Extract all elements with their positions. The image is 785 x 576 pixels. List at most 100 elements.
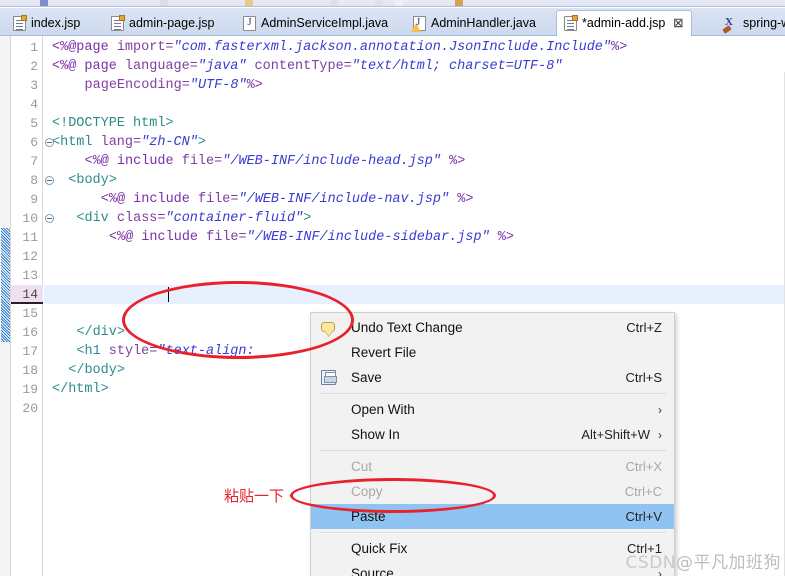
menu-item-label: Open With <box>351 402 415 417</box>
code-line: </body> <box>68 361 125 380</box>
toolbar-icon[interactable] <box>375 0 383 6</box>
menu-item-label: Quick Fix <box>351 541 408 556</box>
code-line: <html lang="zh-CN"> <box>52 133 206 152</box>
code-token: <%@ include <box>100 192 198 207</box>
annotation-ruler[interactable] <box>0 36 11 576</box>
line-number: 19 <box>22 382 38 397</box>
line-number: 8 <box>30 173 38 188</box>
toolbar-icon[interactable] <box>395 0 403 6</box>
code-line: <%@ include file="/WEB-INF/include-nav.j… <box>101 190 474 209</box>
annotation-ellipse-code-area <box>122 281 354 359</box>
jsp-file-icon <box>564 15 578 31</box>
code-line: <%@ include file="/WEB-INF/include-head.… <box>85 152 466 171</box>
editor-tab-bar: index.jsp admin-page.jsp AdminServiceImp… <box>0 8 785 37</box>
line-number: 6 <box>30 135 38 150</box>
code-token: <body> <box>68 173 117 188</box>
code-token: "zh-CN" <box>141 135 198 150</box>
tab-label: AdminHandler.java <box>431 15 536 30</box>
code-token: file= <box>181 154 223 169</box>
line-number: 15 <box>22 306 38 321</box>
tab-spring-w-xml[interactable]: X spring-w <box>718 10 785 36</box>
code-line: <!DOCTYPE html> <box>52 114 174 133</box>
csdn-watermark: CSDN@平凡加班狗 <box>626 548 781 573</box>
toolbar-icon[interactable] <box>40 0 48 6</box>
code-line: </div> <box>76 323 125 342</box>
code-line: <%@ include file="/WEB-INF/include-sideb… <box>109 228 514 247</box>
tab-adminhandler-java[interactable]: AdminHandler.java <box>406 10 544 36</box>
editor-context-menu[interactable]: Undo Text Change Ctrl+Z Revert File Save Ctr… <box>310 312 675 576</box>
menu-item-save[interactable]: Save Ctrl+S <box>311 365 674 390</box>
code-token: <%@page <box>52 40 117 55</box>
toolbar-icon[interactable] <box>455 0 463 6</box>
annotation-ellipse-paste <box>290 478 496 513</box>
line-number: 14 <box>22 287 38 302</box>
annotation-note-paste: 粘贴一下 <box>224 487 285 505</box>
code-token: "text/html; charset=UTF-8" <box>351 59 563 74</box>
code-token: language= <box>124 59 198 74</box>
menu-item-shortcut: Ctrl+V <box>625 509 662 524</box>
code-token: %> <box>246 78 263 93</box>
line-number: 13 <box>22 268 38 283</box>
toolbar-icon[interactable] <box>245 0 253 6</box>
code-line: <body> <box>68 171 117 190</box>
tab-label: *admin-add.jsp <box>582 16 666 31</box>
line-number: 11 <box>22 230 38 245</box>
java-file-icon <box>243 15 256 31</box>
menu-item-revert-file[interactable]: Revert File <box>311 340 674 365</box>
code-token: "container-fluid" <box>165 211 304 226</box>
code-token: <!DOCTYPE html> <box>52 116 174 131</box>
line-number: 9 <box>30 192 38 207</box>
menu-item-quick-fix[interactable]: Quick Fix Ctrl+1 <box>311 536 674 561</box>
tab-label: admin-page.jsp <box>129 15 215 30</box>
change-bar <box>1 228 10 342</box>
code-token: <%@ include <box>108 230 207 245</box>
close-icon[interactable]: ☒ <box>673 17 683 30</box>
toolbar-icon[interactable] <box>160 0 168 6</box>
code-line: pageEncoding="UTF-8"%> <box>85 76 263 95</box>
code-token: %> <box>449 192 474 207</box>
code-token: %> <box>489 230 514 245</box>
line-number: 17 <box>22 344 38 359</box>
fold-toggle-icon[interactable] <box>45 176 54 185</box>
menu-item-source[interactable]: Source › <box>311 561 674 576</box>
tab-adminserviceimpl-java[interactable]: AdminServiceImpl.java <box>236 10 396 36</box>
code-token: </body> <box>68 363 125 378</box>
tab-index-jsp[interactable]: index.jsp <box>6 10 88 36</box>
code-token: file= <box>206 230 247 245</box>
tab-admin-add-jsp[interactable]: *admin-add.jsp ☒ <box>556 10 693 37</box>
toolbar-icon[interactable] <box>330 0 338 6</box>
menu-separator <box>319 450 666 451</box>
fold-toggle-icon[interactable] <box>45 138 54 147</box>
code-token: "/WEB-INF/include-nav.jsp" <box>238 192 450 207</box>
java-warning-file-icon <box>411 15 426 32</box>
tab-label: AdminServiceImpl.java <box>261 15 389 30</box>
menu-item-show-in[interactable]: Show In Alt+Shift+W › <box>311 422 674 447</box>
menu-item-shortcut: Ctrl+S <box>625 370 662 385</box>
code-token: "com.fasterxml.jackson.annotation.JsonIn… <box>173 40 612 55</box>
code-token: "java" <box>197 59 247 74</box>
code-token: <%@ include <box>84 154 182 169</box>
code-token: "/WEB-INF/include-sidebar.jsp" <box>246 230 490 245</box>
code-line: <%@ page language="java" contentType="te… <box>52 57 562 76</box>
line-number: 5 <box>30 116 38 131</box>
fold-toggle-icon[interactable] <box>45 214 54 223</box>
jsp-file-icon <box>13 14 27 31</box>
menu-item-label: Save <box>351 370 382 385</box>
menu-item-label: Show In <box>351 427 400 442</box>
code-token: %> <box>611 40 628 55</box>
menu-item-undo-text-change[interactable]: Undo Text Change Ctrl+Z <box>311 315 674 340</box>
line-number: 4 <box>30 97 38 112</box>
line-number: 20 <box>22 401 38 416</box>
code-line: <%@page import="com.fasterxml.jackson.an… <box>52 38 627 57</box>
xml-file-icon: X <box>722 16 738 34</box>
menu-item-open-with[interactable]: Open With › <box>311 397 674 422</box>
submenu-arrow-icon: › <box>658 402 662 417</box>
code-token: lang= <box>100 135 142 150</box>
line-number: 3 <box>30 78 38 93</box>
code-line: <div class="container-fluid"> <box>76 209 311 228</box>
menu-item-label: Undo Text Change <box>351 320 463 335</box>
menu-item-shortcut: Ctrl+C <box>624 484 662 499</box>
tab-admin-page-jsp[interactable]: admin-page.jsp <box>104 10 222 36</box>
line-number: 10 <box>22 211 38 226</box>
code-token: import= <box>116 40 174 55</box>
